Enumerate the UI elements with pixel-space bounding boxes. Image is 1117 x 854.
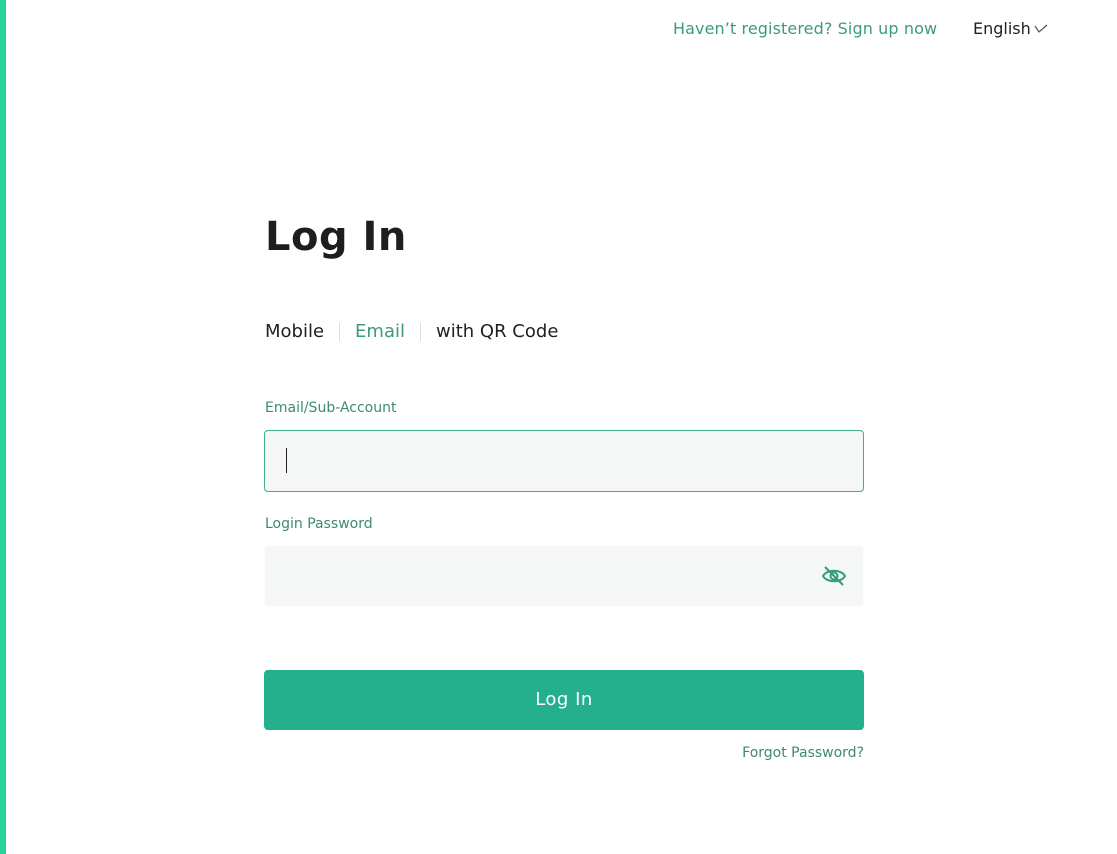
tab-divider — [420, 323, 421, 341]
tab-qr-code[interactable]: with QR Code — [436, 319, 558, 345]
login-button[interactable]: Log In — [264, 670, 864, 730]
password-field-label: Login Password — [265, 516, 373, 532]
login-method-tabs: Mobile Email with QR Code — [265, 319, 558, 345]
email-field[interactable] — [264, 430, 864, 492]
signup-link[interactable]: Haven’t registered? Sign up now — [673, 18, 937, 40]
language-selector[interactable]: English — [973, 18, 1049, 40]
tab-email[interactable]: Email — [355, 319, 405, 345]
password-field[interactable] — [265, 546, 863, 606]
text-cursor — [286, 448, 287, 473]
top-bar: Haven’t registered? Sign up now English — [0, 18, 1117, 40]
language-label: English — [973, 19, 1031, 38]
forgot-password-link[interactable]: Forgot Password? — [742, 744, 864, 762]
chevron-down-icon — [1034, 24, 1048, 33]
eye-off-icon[interactable] — [821, 564, 847, 588]
tab-mobile[interactable]: Mobile — [265, 319, 324, 345]
page-title: Log In — [265, 214, 407, 260]
left-accent-strip — [0, 0, 6, 854]
tab-divider — [339, 323, 341, 341]
email-field-label: Email/Sub-Account — [265, 400, 397, 416]
login-panel: Log In Mobile Email with QR Code Email/S… — [264, 205, 865, 761]
